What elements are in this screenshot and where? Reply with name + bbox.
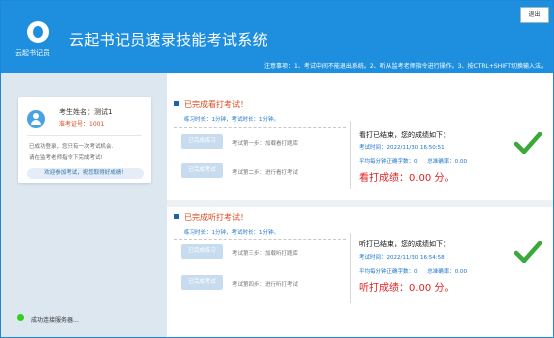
status-dot-icon: [17, 314, 24, 321]
system-title: 云起书记员速录技能考试系统: [69, 31, 268, 49]
result-divider: [350, 233, 351, 303]
score-unit: 分。: [434, 283, 455, 294]
accuracy-value: 总准确率：0.00: [427, 269, 468, 275]
logo-icon: [27, 21, 49, 43]
user-avatar-icon: [27, 110, 45, 128]
exam-time-kanda: 考试时间：2022/11/30 16:50:51: [359, 145, 445, 151]
score-tingda: 听打成绩：0.00 分。: [359, 279, 454, 294]
checkmark-icon: [514, 241, 542, 263]
step1-button[interactable]: 已完成练习: [181, 134, 223, 149]
step3-button[interactable]: 已完成练习: [181, 244, 223, 259]
app-window: 云起书记员 云起书记员速录技能考试系统 退出 注意事项：1、考试中间不能退出系统…: [0, 0, 554, 338]
section-title-text: 已完成看打考试！: [184, 100, 248, 109]
instruction-message: 请在监考老师指令下完成考试!: [29, 155, 103, 161]
speed-value: 平均每分钟正确字数：0: [359, 269, 418, 275]
score-value: 0.00: [409, 173, 432, 184]
result-divider: [350, 121, 351, 189]
score-unit: 分。: [434, 173, 455, 184]
section-title-text: 已完成听打考试！: [184, 213, 248, 222]
square-bullet-icon: [174, 214, 179, 219]
section-separator: [167, 200, 553, 207]
dashed-divider: [174, 239, 346, 240]
status-text: 成功连接服务器...: [31, 317, 79, 324]
admission-id: 准考证号：1001: [59, 121, 105, 128]
speed-tingda: 平均每分钟正确字数：0 总准确率：0.00: [359, 267, 467, 275]
accuracy-value: 总准确率：0.00: [427, 159, 468, 165]
dashed-divider: [174, 127, 346, 128]
result-heading-kanda: 看打已结束，您的成绩如下：: [359, 131, 450, 139]
step4-text: 考试第四步：进行听打考试: [232, 282, 299, 288]
step2-button[interactable]: 已完成考试: [181, 163, 223, 178]
header-bar: 云起书记员 云起书记员速录技能考试系统 退出 注意事项：1、考试中间不能退出系统…: [1, 1, 553, 73]
score-label: 听打成绩：: [359, 283, 409, 294]
welcome-banner: 欢迎参加考试，祝您取得好成绩！: [27, 168, 144, 179]
exit-button[interactable]: 退出: [520, 7, 549, 23]
logo-text: 云起书记员: [15, 49, 50, 57]
result-heading-tingda: 听打已结束，您的成绩如下：: [359, 240, 450, 248]
section-title-tingda: 已完成听打考试！: [174, 212, 248, 223]
exam-time-tingda: 考试时间：2022/11/30 16:54:58: [359, 255, 445, 261]
score-value: 0.00: [409, 283, 432, 294]
user-card: 考生姓名：测试1 准考证号：1001 已成功登录，您只有一次考试机会. 请在监考…: [18, 97, 151, 183]
step3-text: 考试第三步：加载听打题库: [232, 251, 299, 257]
exam-notice: 注意事项：1、考试中间不能退出系统。2、听从监考老师指令进行操作。3、按CTRL…: [264, 63, 547, 70]
candidate-name: 考生姓名：测试1: [59, 108, 113, 116]
section-title-kanda: 已完成看打考试！: [174, 99, 248, 110]
step4-button[interactable]: 已完成考试: [181, 275, 223, 290]
login-message: 已成功登录，您只有一次考试机会.: [29, 144, 114, 150]
time-info-tingda: 练习时长：1分钟，考试时长：1分钟。: [184, 230, 279, 236]
speed-kanda: 平均每分钟正确字数：0 总准确率：0.00: [359, 157, 467, 165]
square-bullet-icon: [174, 101, 179, 106]
time-info-kanda: 练习时长：1分钟，考试时长：1分钟。: [184, 117, 279, 123]
step2-text: 考试第二步：进行看打考试: [232, 170, 299, 176]
speed-value: 平均每分钟正确字数：0: [359, 159, 418, 165]
score-label: 看打成绩：: [359, 173, 409, 184]
checkmark-icon: [514, 132, 542, 154]
score-kanda: 看打成绩：0.00 分。: [359, 169, 454, 184]
card-divider: [27, 135, 142, 136]
step1-text: 考试第一步：加载看打题库: [232, 141, 299, 147]
